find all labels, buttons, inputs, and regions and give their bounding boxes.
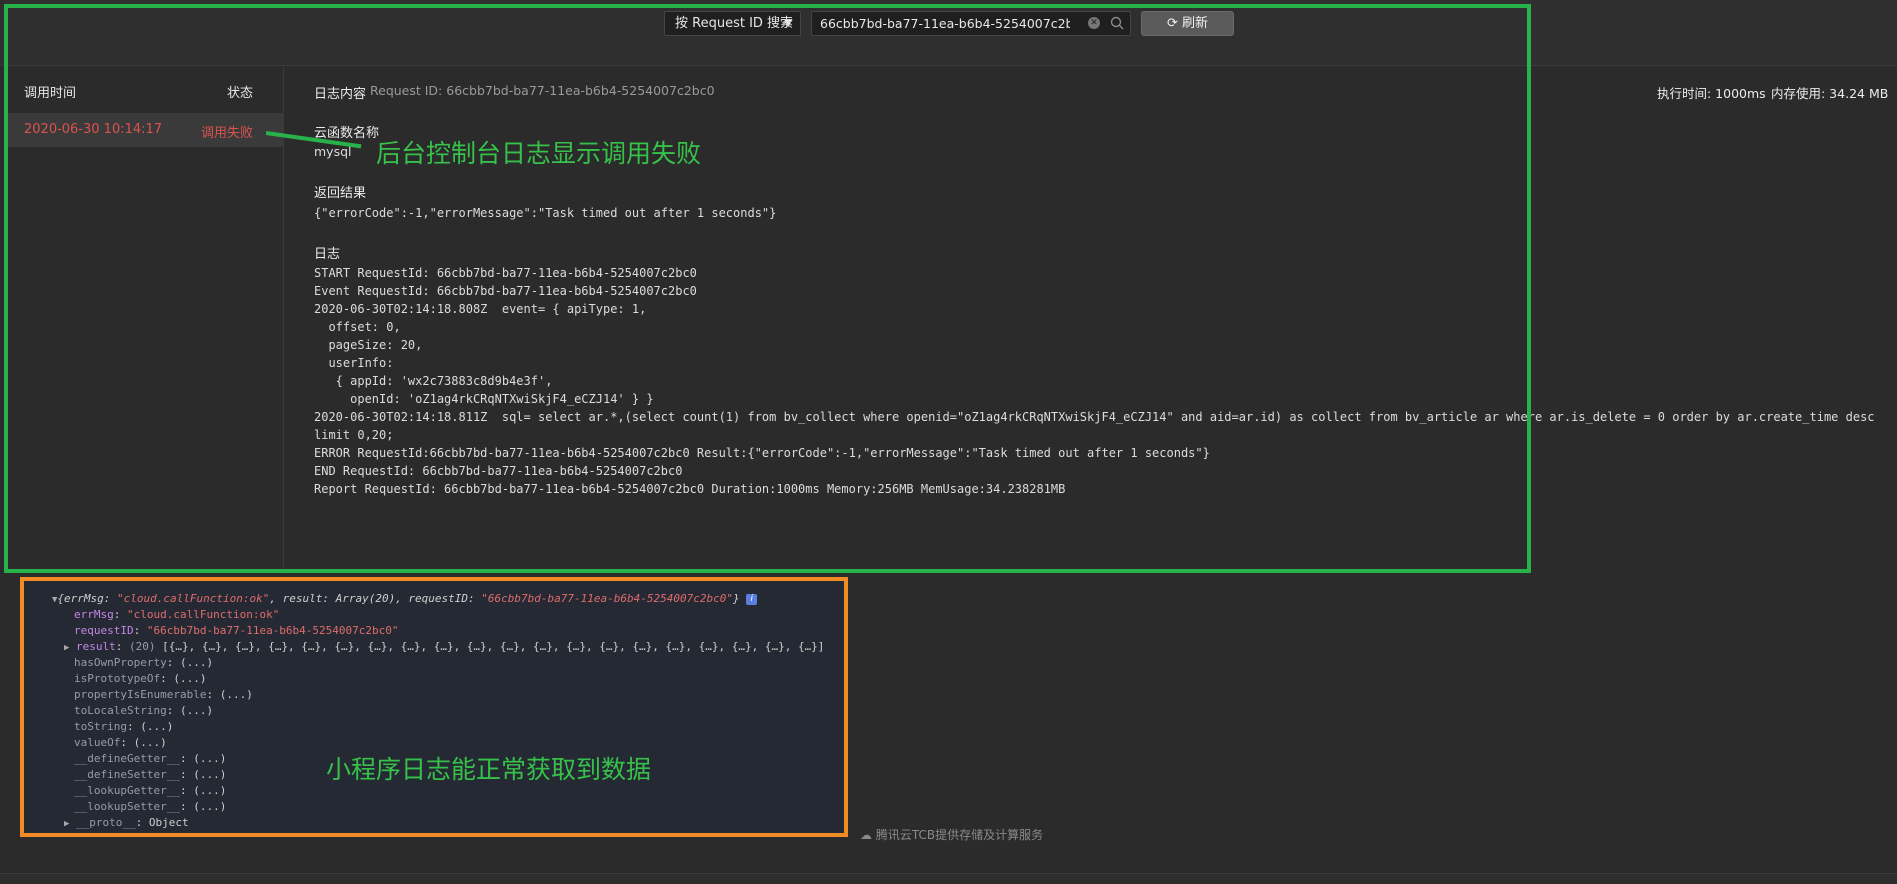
tcb-text: 腾讯云TCB提供存储及计算服务 <box>875 828 1044 842</box>
tcb-logo-icon: ☁ <box>860 828 872 842</box>
console-summary[interactable]: ▼{errMsg: "cloud.callFunction:ok", resul… <box>52 591 758 608</box>
console-prop-errmsg: errMsg: "cloud.callFunction:ok" <box>74 608 280 621</box>
green-highlight-box <box>4 4 1531 573</box>
exec-time: 执行时间: 1000ms <box>1657 86 1766 101</box>
console-proto-method[interactable]: __defineGetter__: (...) <box>74 751 226 767</box>
console-proto-method[interactable]: __lookupGetter__: (...) <box>74 783 226 799</box>
tcb-footer: ☁ 腾讯云TCB提供存储及计算服务 <box>860 826 1043 843</box>
console-proto[interactable]: ▶ __proto__: Object <box>64 815 189 832</box>
console-proto-method[interactable]: valueOf: (...) <box>74 735 167 751</box>
green-annotation: 后台控制台日志显示调用失败 <box>376 139 702 168</box>
orange-annotation: 小程序日志能正常获取到数据 <box>326 755 652 784</box>
memory-usage: 内存使用: 34.24 MB <box>1771 86 1889 101</box>
devtools-console: ▼{errMsg: "cloud.callFunction:ok", resul… <box>28 586 840 832</box>
console-proto-method[interactable]: toString: (...) <box>74 719 173 735</box>
expand-triangle-icon[interactable]: ▶ <box>64 819 69 829</box>
console-proto-method[interactable]: propertyIsEnumerable: (...) <box>74 687 253 703</box>
bottom-bar <box>0 873 1897 884</box>
console-proto-method[interactable]: __lookupSetter__: (...) <box>74 799 226 815</box>
console-proto-method[interactable]: hasOwnProperty: (...) <box>74 655 213 671</box>
console-proto-method[interactable]: __defineSetter__: (...) <box>74 767 226 783</box>
console-proto-method[interactable]: toLocaleString: (...) <box>74 703 213 719</box>
console-prop-result[interactable]: ▶ result: (20) [{…}, {…}, {…}, {…}, {…},… <box>64 639 824 656</box>
info-icon[interactable]: i <box>746 593 758 605</box>
expand-triangle-icon[interactable]: ▶ <box>64 643 69 653</box>
console-prop-requestid: requestID: "66cbb7bd-ba77-11ea-b6b4-5254… <box>74 624 399 637</box>
console-proto-method[interactable]: isPrototypeOf: (...) <box>74 671 206 687</box>
